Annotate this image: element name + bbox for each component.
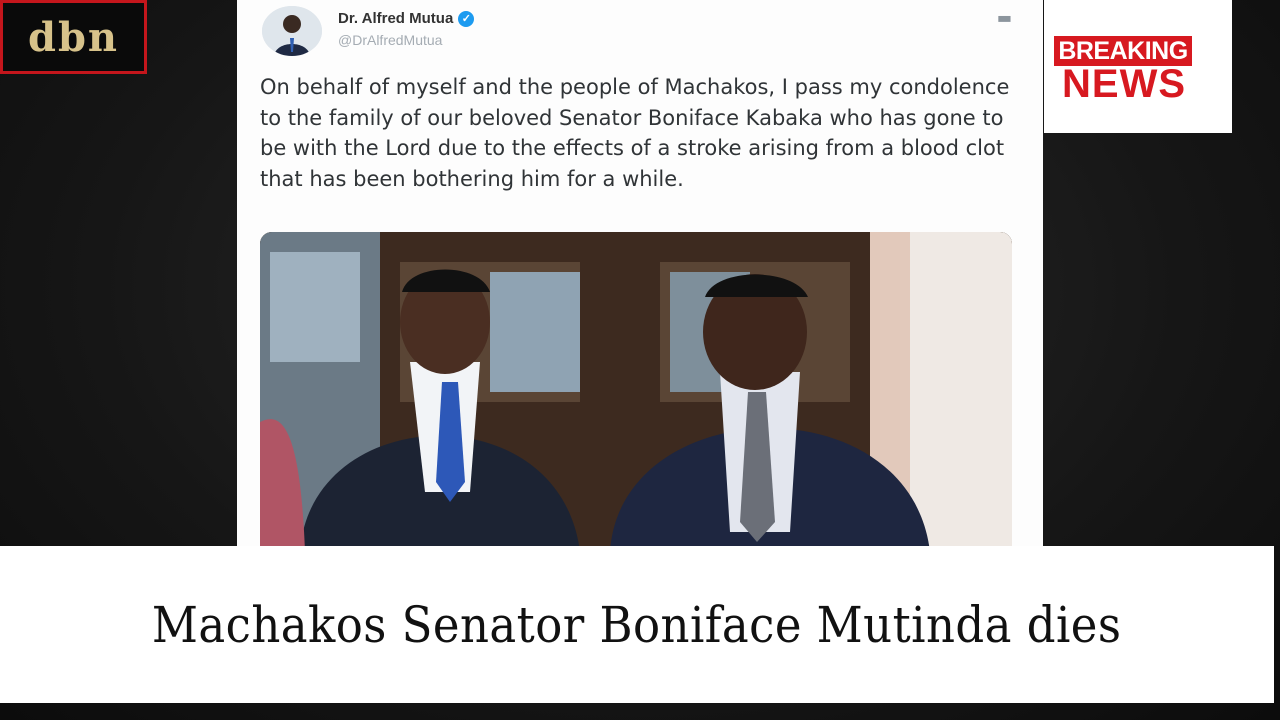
channel-logo: dbn xyxy=(0,0,147,74)
author-name-text[interactable]: Dr. Alfred Mutua xyxy=(338,10,453,27)
channel-logo-text: dbn xyxy=(27,13,120,61)
breaking-news-badge: BREAKING NEWS xyxy=(1044,0,1232,133)
author-handle[interactable]: @DrAlfredMutua xyxy=(338,32,442,48)
tweet-text: On behalf of myself and the people of Ma… xyxy=(260,75,1010,191)
headline-text: Machakos Senator Boniface Mutinda dies xyxy=(152,595,1122,654)
tweet-card: Dr. Alfred Mutua ✓ @DrAlfredMutua ▬ On b… xyxy=(237,0,1043,546)
author-name[interactable]: Dr. Alfred Mutua ✓ xyxy=(338,10,475,27)
headline-banner: Machakos Senator Boniface Mutinda dies xyxy=(0,546,1274,703)
verified-badge-icon: ✓ xyxy=(458,10,475,27)
more-icon[interactable]: ▬ xyxy=(997,8,1013,27)
tweet-photo[interactable] xyxy=(260,232,1012,546)
author-avatar[interactable] xyxy=(262,6,322,56)
news-label: NEWS xyxy=(1062,62,1186,106)
